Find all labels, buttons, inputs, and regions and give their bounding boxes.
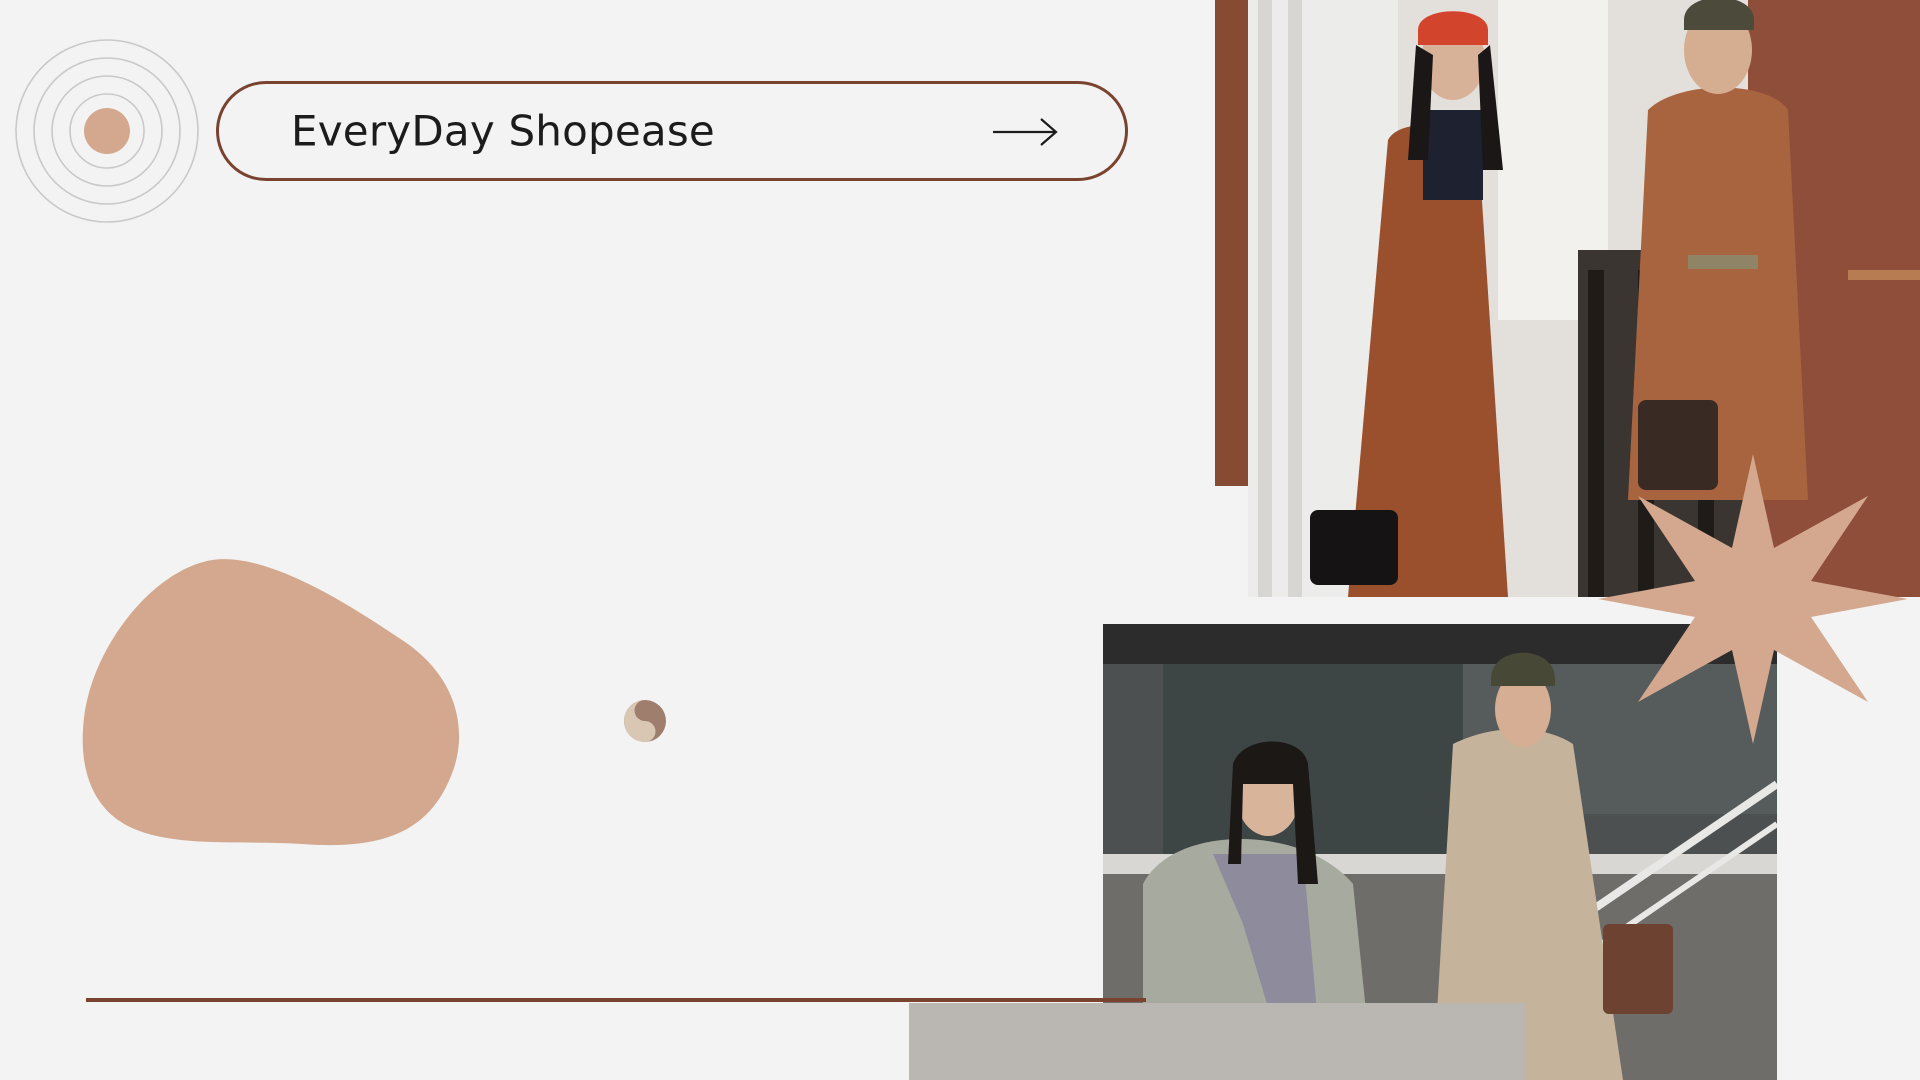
divider-line xyxy=(86,998,1146,1002)
arrow-right-icon xyxy=(993,118,1058,146)
gray-footer-block xyxy=(909,1003,1525,1080)
eight-point-star-icon xyxy=(1598,454,1908,744)
decorative-blob xyxy=(82,559,460,846)
concentric-rings-icon xyxy=(15,39,199,223)
title-pill-button[interactable]: EveryDay Shopease xyxy=(216,81,1128,181)
page-title: EveryDay Shopease xyxy=(291,106,715,156)
swirl-icon xyxy=(624,700,666,742)
